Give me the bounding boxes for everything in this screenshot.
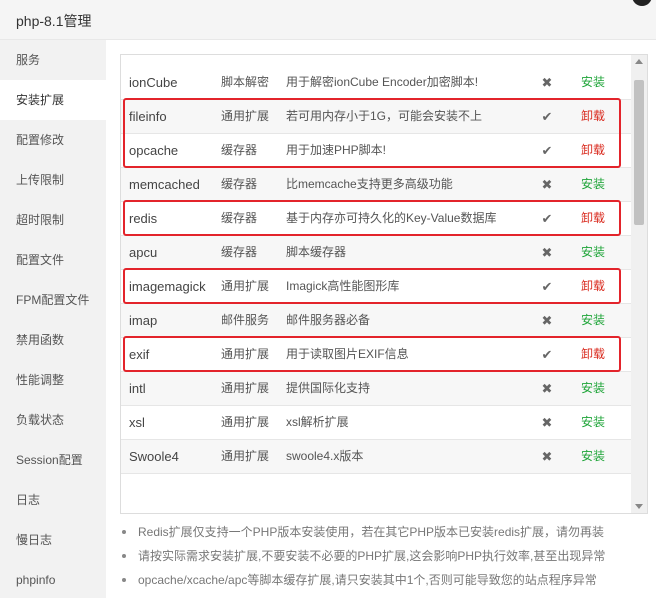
window-title: php-8.1管理 [16, 13, 92, 29]
extension-description: 脚本缓存器 [286, 245, 347, 259]
note-item: 请按实际需求安装扩展,不要安装不必要的PHP扩展,这会影响PHP执行效率,甚至出… [120, 544, 640, 568]
table-row: imap 邮件服务 邮件服务器必备 ✖ 安装 [121, 304, 631, 338]
extension-type: 通用扩展 [221, 449, 270, 463]
x-icon: ✖ [541, 177, 553, 192]
install-button[interactable]: 安装 [581, 236, 605, 269]
main-panel: ionCube 脚本解密 用于解密ionCube Encoder加密脚本! ✖ 安装 fi… [106, 40, 656, 598]
highlight-box [123, 98, 621, 168]
x-icon: ✖ [541, 449, 553, 464]
sidebar-item[interactable]: 服务 [0, 40, 106, 80]
install-button[interactable]: 安装 [581, 66, 605, 99]
table-row: apcu 缓存器 脚本缓存器 ✖ 安装 [121, 236, 631, 270]
highlight-box [123, 200, 621, 236]
x-icon: ✖ [541, 313, 553, 328]
extension-description: 邮件服务器必备 [286, 313, 371, 327]
sidebar-item[interactable]: Session配置 [0, 440, 106, 480]
status-cell: ✖ [539, 236, 555, 270]
x-icon: ✖ [541, 381, 553, 396]
bullet-icon [122, 554, 126, 558]
table-scrollbar[interactable] [631, 55, 647, 513]
sidebar-item[interactable]: FPM配置文件 [0, 280, 106, 320]
note-text: 请按实际需求安装扩展,不要安装不必要的PHP扩展,这会影响PHP执行效率,甚至出… [138, 549, 606, 563]
extension-name: imap [129, 313, 158, 328]
note-item: Redis扩展仅支持一个PHP版本安装使用，若在其它PHP版本已安装redis扩… [120, 520, 640, 544]
bullet-icon [122, 530, 126, 534]
extension-description: 提供国际化支持 [286, 381, 371, 395]
install-button[interactable]: 安装 [581, 440, 605, 473]
sidebar-item[interactable]: 配置修改 [0, 120, 106, 160]
sidebar-item[interactable]: 配置文件 [0, 240, 106, 280]
sidebar: 服务 安装扩展 配置修改 上传限制 超时限制 配置文件 FPM配置文件 禁用函数 性能调整 负载状… [0, 40, 106, 598]
x-icon: ✖ [541, 245, 553, 260]
extension-name: memcached [129, 177, 200, 192]
bullet-icon [122, 578, 126, 582]
status-cell: ✖ [539, 304, 555, 338]
note-text: Redis扩展仅支持一个PHP版本安装使用，若在其它PHP版本已安装redis扩… [138, 525, 605, 539]
extension-type: 邮件服务 [221, 313, 270, 327]
sidebar-item[interactable]: 上传限制 [0, 160, 106, 200]
x-icon: ✖ [541, 75, 553, 90]
table-row: ionCube 脚本解密 用于解密ionCube Encoder加密脚本! ✖ 安装 [121, 66, 631, 100]
extension-type: 通用扩展 [221, 415, 270, 429]
table-row: Swoole4 通用扩展 swoole4.x版本 ✖ 安装 [121, 440, 631, 474]
table-row: intl 通用扩展 提供国际化支持 ✖ 安装 [121, 372, 631, 406]
close-button[interactable] [632, 0, 652, 6]
status-cell: ✖ [539, 372, 555, 406]
status-cell: ✖ [539, 66, 555, 100]
scroll-up-icon[interactable] [635, 59, 643, 64]
extensions-table: ionCube 脚本解密 用于解密ionCube Encoder加密脚本! ✖ 安装 fi… [120, 54, 648, 514]
status-cell: ✖ [539, 168, 555, 202]
window-titlebar: php-8.1管理 [0, 0, 656, 40]
highlight-box [123, 268, 621, 304]
extension-description: 比memcache支持更多高级功能 [286, 177, 453, 191]
sidebar-item[interactable]: 禁用函数 [0, 320, 106, 360]
status-cell: ✖ [539, 440, 555, 474]
status-cell: ✖ [539, 406, 555, 440]
x-icon: ✖ [541, 415, 553, 430]
notes-list: Redis扩展仅支持一个PHP版本安装使用，若在其它PHP版本已安装redis扩… [120, 520, 640, 592]
table-row: memcached 缓存器 比memcache支持更多高级功能 ✖ 安装 [121, 168, 631, 202]
sidebar-item[interactable]: phpinfo [0, 560, 106, 598]
sidebar-item[interactable]: 安装扩展 [0, 80, 106, 120]
sidebar-item[interactable]: 性能调整 [0, 360, 106, 400]
install-button[interactable]: 安装 [581, 406, 605, 439]
scroll-thumb[interactable] [634, 80, 644, 225]
sidebar-item[interactable]: 负载状态 [0, 400, 106, 440]
sidebar-item[interactable]: 慢日志 [0, 520, 106, 560]
sidebar-item[interactable]: 日志 [0, 480, 106, 520]
extension-type: 脚本解密 [221, 75, 270, 89]
extension-type: 缓存器 [221, 177, 258, 191]
highlight-box [123, 336, 621, 372]
extension-name: intl [129, 381, 146, 396]
extension-name: xsl [129, 415, 145, 430]
extension-description: 用于解密ionCube Encoder加密脚本! [286, 75, 479, 89]
extension-type: 缓存器 [221, 245, 258, 259]
note-text: opcache/xcache/apc等脚本缓存扩展,请只安装其中1个,否则可能导… [138, 573, 597, 587]
scroll-down-icon[interactable] [635, 504, 643, 509]
install-button[interactable]: 安装 [581, 304, 605, 337]
extension-name: Swoole4 [129, 449, 179, 464]
table-row: xsl 通用扩展 xsl解析扩展 ✖ 安装 [121, 406, 631, 440]
extension-description: xsl解析扩展 [286, 415, 349, 429]
extension-name: ionCube [129, 75, 178, 90]
install-button[interactable]: 安装 [581, 168, 605, 201]
sidebar-item[interactable]: 超时限制 [0, 200, 106, 240]
extension-type: 通用扩展 [221, 381, 270, 395]
extension-name: apcu [129, 245, 158, 260]
install-button[interactable]: 安装 [581, 372, 605, 405]
note-item: opcache/xcache/apc等脚本缓存扩展,请只安装其中1个,否则可能导… [120, 568, 640, 592]
extension-description: swoole4.x版本 [286, 449, 364, 463]
